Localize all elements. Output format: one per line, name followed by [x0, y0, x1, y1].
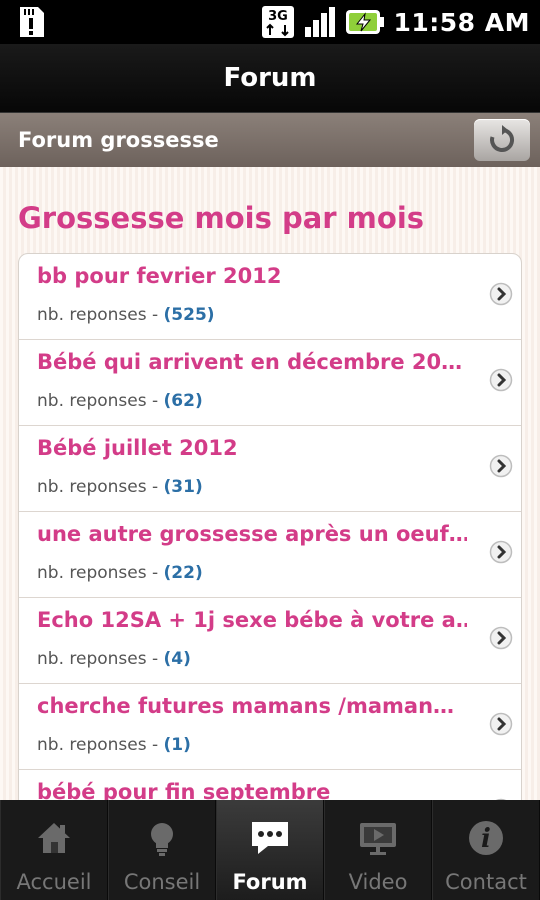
topic-reply-count: nb. reponses - (22): [37, 563, 203, 583]
reply-count: (525): [163, 305, 215, 325]
reply-count: (1): [163, 735, 191, 755]
topic-item[interactable]: une autre grossesse après un oeuf… nb. re…: [19, 512, 521, 598]
topic-title: Bébé qui arrivent en décembre 20…: [37, 350, 463, 374]
topic-title: une autre grossesse après un oeuf…: [37, 522, 467, 546]
chevron-right-icon: [489, 712, 513, 736]
clock: 11:58 AM: [393, 7, 530, 37]
section-title: Grossesse mois par mois: [18, 201, 425, 235]
subheader-title: Forum grossesse: [18, 128, 219, 152]
reply-count: (4): [163, 649, 191, 669]
reply-label: nb. reponses -: [37, 649, 164, 669]
chevron-right-icon: [489, 540, 513, 564]
chevron-right-icon: [489, 368, 513, 392]
topic-item[interactable]: Bébé qui arrivent en décembre 20… nb. rep…: [19, 340, 521, 426]
svg-text:i: i: [481, 824, 491, 854]
refresh-icon: [490, 125, 515, 152]
reply-label: nb. reponses -: [37, 563, 164, 583]
topic-reply-count: nb. reponses - (62): [37, 391, 203, 411]
topic-item[interactable]: Bébé juillet 2012 nb. reponses - (31): [19, 426, 521, 512]
topic-item[interactable]: bb pour fevrier 2012 nb. reponses - (525): [19, 254, 521, 340]
topic-reply-count: nb. reponses - (31): [37, 477, 203, 497]
topic-reply-count: nb. reponses - (1): [37, 735, 191, 755]
topic-list: bb pour fevrier 2012 nb. reponses - (525)…: [18, 253, 522, 800]
tab-label: Contact: [445, 870, 527, 894]
tab-label: Forum: [232, 870, 308, 894]
tab-forum[interactable]: Forum: [216, 800, 324, 900]
chat-bubble-icon: [248, 818, 292, 858]
bottom-tab-bar: Accueil Conseil Forum Video i Contact: [0, 800, 540, 900]
signal-icon: [305, 7, 336, 37]
refresh-button[interactable]: [474, 119, 530, 161]
reply-label: nb. reponses -: [37, 305, 164, 325]
reply-label: nb. reponses -: [37, 735, 164, 755]
topic-title: Bébé juillet 2012: [37, 436, 238, 460]
reply-count: (22): [163, 563, 203, 583]
home-icon: [34, 818, 74, 858]
reply-label: nb. reponses -: [37, 477, 164, 497]
forum-subheader: Forum grossesse: [0, 113, 540, 167]
topic-title: cherche futures mamans /maman…: [37, 694, 455, 718]
tab-label: Conseil: [123, 870, 201, 894]
app-header: Forum: [0, 44, 540, 113]
tab-accueil[interactable]: Accueil: [0, 800, 108, 900]
network-3g-icon: 3G: [262, 6, 295, 38]
topic-title: bébé pour fin septembre: [37, 780, 331, 800]
chevron-right-icon: [489, 626, 513, 650]
topic-reply-count: nb. reponses - (4): [37, 649, 191, 669]
topic-title: Echo 12SA + 1j sexe bébe à votre a…: [37, 608, 467, 632]
topic-item[interactable]: cherche futures mamans /maman… nb. repons…: [19, 684, 521, 770]
tab-label: Accueil: [16, 870, 92, 894]
page-title: Forum: [223, 63, 317, 93]
video-icon: [356, 818, 400, 858]
lightbulb-icon: [142, 818, 182, 858]
topic-item[interactable]: Echo 12SA + 1j sexe bébe à votre a… nb. r…: [19, 598, 521, 684]
content-area[interactable]: Grossesse mois par mois bb pour fevrier …: [0, 167, 540, 800]
svg-text:3G: 3G: [269, 9, 289, 24]
chevron-right-icon: [489, 282, 513, 306]
tab-label: Video: [348, 870, 408, 894]
tab-contact[interactable]: i Contact: [432, 800, 540, 900]
status-bar: 3G 11:58 AM: [0, 0, 540, 44]
battery-charging-icon: [346, 10, 385, 34]
reply-count: (62): [163, 391, 203, 411]
topic-item[interactable]: bébé pour fin septembrenb. reponses -: [19, 770, 521, 800]
reply-label: nb. reponses -: [37, 391, 164, 411]
sd-card-warning-icon: [20, 7, 44, 37]
topic-title: bb pour fevrier 2012: [37, 264, 282, 288]
chevron-right-icon: [489, 454, 513, 478]
reply-count: (31): [163, 477, 203, 497]
topic-reply-count: nb. reponses - (525): [37, 305, 215, 325]
info-icon: i: [466, 818, 506, 858]
tab-conseil[interactable]: Conseil: [108, 800, 216, 900]
tab-video[interactable]: Video: [324, 800, 432, 900]
